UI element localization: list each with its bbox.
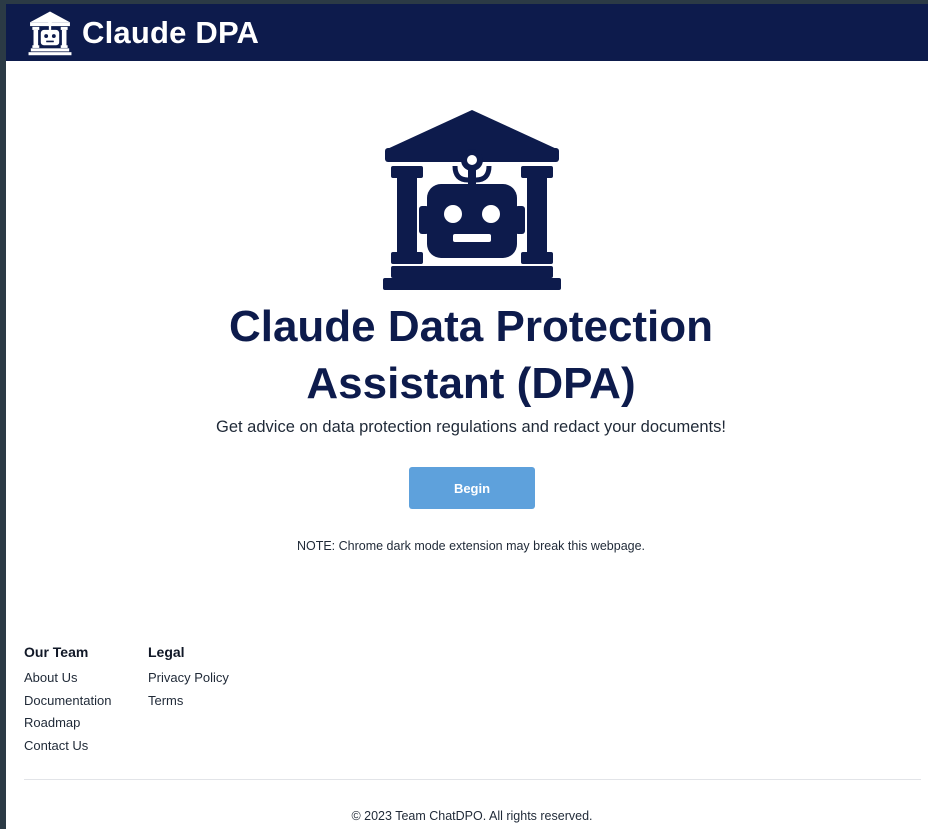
page-title-line-2: Assistant (DPA) <box>306 359 636 408</box>
footer-team-heading: Our Team <box>24 644 89 660</box>
footer-link-about-us[interactable]: About Us <box>24 667 111 690</box>
footer-divider <box>24 779 921 780</box>
footer-team-section: Our Team About Us Documentation Roadmap … <box>24 644 111 757</box>
dark-mode-note: NOTE: Chrome dark mode extension may bre… <box>296 539 646 553</box>
footer-link-documentation[interactable]: Documentation <box>24 690 111 713</box>
bank-robot-icon <box>383 110 561 290</box>
copyright-text: © 2023 Team ChatDPO. All rights reserved… <box>351 809 593 823</box>
app-frame: Claude DPA Claude Data Protection Assist… <box>6 4 928 829</box>
page-title: Claude Data Protection Assistant (DPA) <box>6 298 928 412</box>
app-title[interactable]: Claude DPA <box>82 15 259 51</box>
footer-link-contact-us[interactable]: Contact Us <box>24 735 111 758</box>
page-title-line-1: Claude Data Protection <box>228 302 714 351</box>
page-subtitle: Get advice on data protection regulation… <box>216 418 726 436</box>
navbar: Claude DPA <box>6 4 928 61</box>
footer-link-roadmap[interactable]: Roadmap <box>24 712 111 735</box>
footer-link-terms[interactable]: Terms <box>148 690 229 713</box>
bank-robot-icon[interactable] <box>26 10 74 56</box>
begin-button[interactable]: Begin <box>409 467 535 509</box>
footer-legal-section: Legal Privacy Policy Terms <box>148 644 229 712</box>
footer-link-privacy-policy[interactable]: Privacy Policy <box>148 667 229 690</box>
footer-legal-heading: Legal <box>148 644 185 660</box>
